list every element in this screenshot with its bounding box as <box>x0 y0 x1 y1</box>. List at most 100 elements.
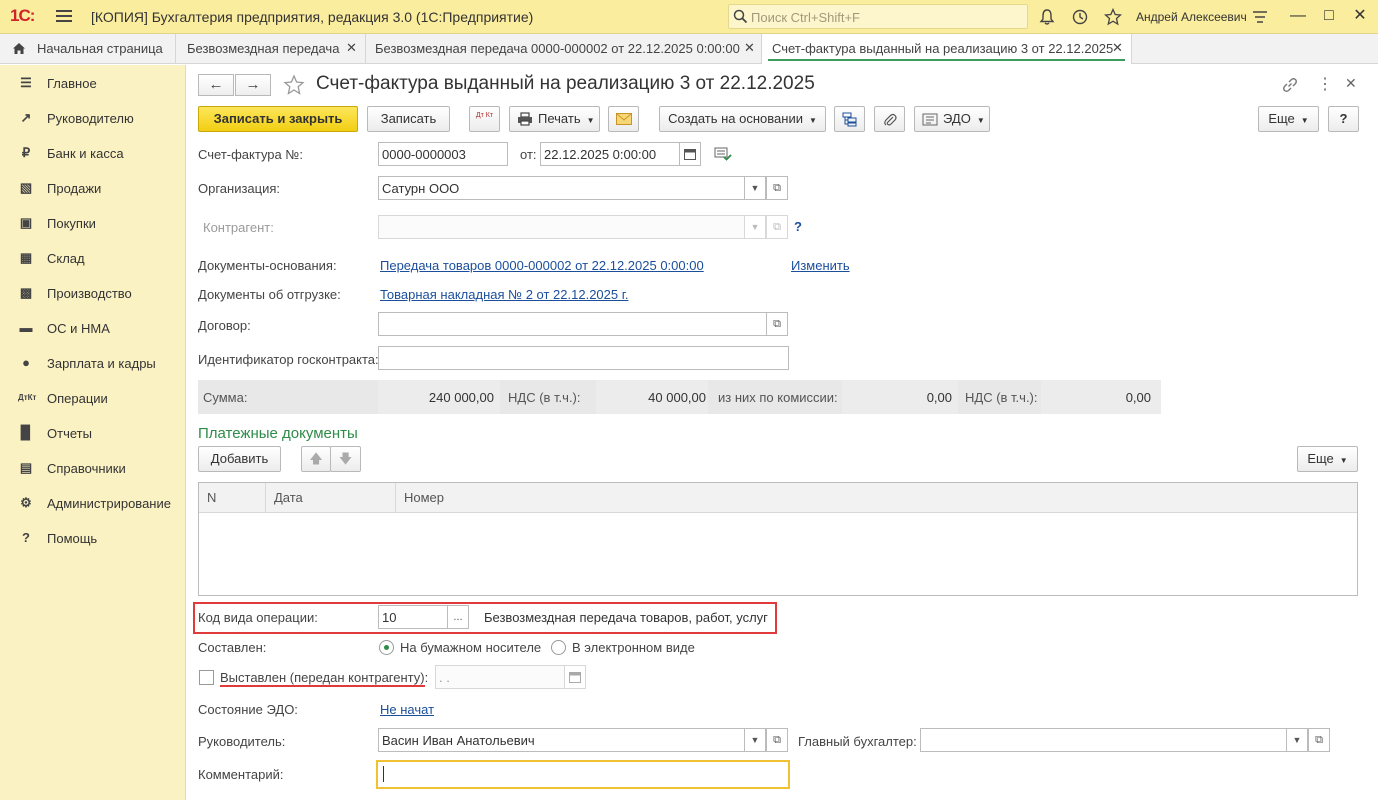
issued-checkbox[interactable] <box>199 670 214 685</box>
close-tab-icon[interactable]: ✕ <box>744 40 755 56</box>
radio-paper[interactable] <box>379 640 394 655</box>
close-form-icon[interactable]: ✕ <box>1345 75 1357 92</box>
sidebar-item-management[interactable]: ↗ Руководителю <box>0 102 186 132</box>
sidebar-item-payroll[interactable]: ● Зарплата и кадры <box>0 347 186 377</box>
operation-code-select-button[interactable]: ... <box>447 605 469 629</box>
radio-electronic-label[interactable]: В электронном виде <box>572 640 695 655</box>
sidebar-item-warehouse[interactable]: ▦ Склад <box>0 242 186 272</box>
organization-field[interactable]: Сатурн ООО <box>378 176 745 200</box>
back-button[interactable]: ← <box>198 74 234 96</box>
create-based-on-button[interactable]: Создать на основании ▼ <box>659 106 826 132</box>
attach-button[interactable] <box>874 106 905 132</box>
sum-label: Сумма: <box>203 390 248 405</box>
head-open-button[interactable]: ⧉ <box>766 728 788 752</box>
operation-code-description: Безвозмездная передача товаров, работ, у… <box>484 610 768 625</box>
sidebar-item-bank[interactable]: ₽ Банк и касса <box>0 137 186 167</box>
bell-icon[interactable] <box>1038 8 1056 26</box>
add-button[interactable]: Добавить <box>198 446 281 472</box>
invoice-number-field[interactable]: 0000-0000003 <box>378 142 508 166</box>
tab-gratuitous-transfer[interactable]: Безвозмездная передача ✕ <box>176 34 366 64</box>
organization-dropdown[interactable]: ▼ <box>744 176 766 200</box>
base-documents-link[interactable]: Передача товаров 0000-000002 от 22.12.20… <box>380 258 704 273</box>
sidebar-item-label: Продажи <box>47 181 102 196</box>
edo-button[interactable]: ЭДО ▼ <box>914 106 990 132</box>
email-button[interactable] <box>608 106 639 132</box>
shipment-documents-link[interactable]: Товарная накладная № 2 от 22.12.2025 г. <box>380 287 629 302</box>
save-and-close-button[interactable]: Записать и закрыть <box>198 106 358 132</box>
maximize-icon[interactable]: □ <box>1320 7 1338 25</box>
head-field[interactable]: Васин Иван Анатольевич <box>378 728 745 752</box>
change-link[interactable]: Изменить <box>791 258 850 273</box>
payments-table[interactable]: N Дата Номер <box>198 482 1358 596</box>
counterparty-help-icon[interactable]: ? <box>794 219 802 234</box>
save-button[interactable]: Записать <box>367 106 450 132</box>
tab-invoice[interactable]: Счет-фактура выданный на реализацию 3 от… <box>762 34 1132 64</box>
radio-paper-label[interactable]: На бумажном носителе <box>400 640 541 655</box>
tab-home[interactable]: Начальная страница <box>0 34 176 64</box>
date-field[interactable]: 22.12.2025 0:00:00 <box>540 142 680 166</box>
move-down-button[interactable]: 🡇 <box>330 446 361 472</box>
chief-accountant-field[interactable] <box>920 728 1287 752</box>
hierarchy-icon <box>842 112 857 127</box>
link-icon[interactable] <box>1281 76 1299 94</box>
sidebar-item-label: Руководителю <box>47 111 134 126</box>
chief-accountant-dropdown[interactable]: ▼ <box>1286 728 1308 752</box>
structure-button[interactable] <box>834 106 865 132</box>
move-up-button[interactable]: 🡅 <box>301 446 331 472</box>
sidebar-item-references[interactable]: ▤ Справочники <box>0 452 186 482</box>
print-button[interactable]: Печать ▼ <box>509 106 600 132</box>
favorite-star-icon[interactable] <box>283 74 305 96</box>
chief-accountant-open-button[interactable]: ⧉ <box>1308 728 1330 752</box>
sidebar-item-purchases[interactable]: ▣ Покупки <box>0 207 186 237</box>
more-vertical-icon[interactable]: ⋮ <box>1317 74 1333 94</box>
print-label: Печать <box>538 111 581 126</box>
sidebar-item-sales[interactable]: ▧ Продажи <box>0 172 186 202</box>
sidebar-item-operations[interactable]: ДтКт Операции <box>0 382 186 412</box>
sidebar-item-fixed-assets[interactable]: ▬ ОС и НМА <box>0 312 186 342</box>
sidebar-item-production[interactable]: ▩ Производство <box>0 277 186 307</box>
column-header-date[interactable]: Дата <box>266 483 396 513</box>
organization-label: Организация: <box>198 181 281 196</box>
arrow-down-icon: 🡇 <box>338 451 353 466</box>
tab-gratuitous-transfer-doc[interactable]: Безвозмездная передача 0000-000002 от 22… <box>366 34 762 64</box>
operation-code-field[interactable]: 10 <box>378 605 448 629</box>
organization-open-button[interactable]: ⧉ <box>766 176 788 200</box>
contract-open-button[interactable]: ⧉ <box>766 312 788 336</box>
more-button[interactable]: Еще ▼ <box>1258 106 1319 132</box>
dt-kt-button[interactable]: Дт Кт <box>469 106 500 132</box>
forward-button[interactable]: → <box>235 74 271 96</box>
issued-label[interactable]: Выставлен (передан контрагенту): <box>220 670 428 685</box>
main-menu-icon[interactable] <box>56 10 72 23</box>
close-window-icon[interactable]: ✕ <box>1351 7 1369 25</box>
payments-more-button[interactable]: Еще ▼ <box>1297 446 1358 472</box>
column-header-number[interactable]: Номер <box>396 483 1359 513</box>
close-tab-icon[interactable]: ✕ <box>1112 40 1123 56</box>
history-icon[interactable] <box>1071 8 1089 26</box>
sidebar-item-reports[interactable]: ▉ Отчеты <box>0 417 186 447</box>
close-tab-icon[interactable]: ✕ <box>346 40 357 56</box>
comment-field[interactable] <box>376 760 790 789</box>
chevron-down-icon: ▼ <box>976 116 985 125</box>
head-dropdown[interactable]: ▼ <box>744 728 766 752</box>
contract-field[interactable] <box>378 312 767 336</box>
gov-contract-field[interactable] <box>378 346 789 370</box>
current-user[interactable]: Андрей Алексеевич <box>1136 10 1247 24</box>
sidebar: ☰ Главное ↗ Руководителю ₽ Банк и касса ▧ Пр… <box>0 65 186 800</box>
radio-electronic[interactable] <box>551 640 566 655</box>
sidebar-item-main[interactable]: ☰ Главное <box>0 67 186 97</box>
calendar-button[interactable] <box>679 142 701 166</box>
column-header-n[interactable]: N <box>199 483 266 513</box>
calendar-icon <box>569 672 581 683</box>
sidebar-item-help[interactable]: ? Помощь <box>0 522 186 552</box>
sidebar-item-admin[interactable]: ⚙ Администрирование <box>0 487 186 517</box>
minimize-icon[interactable]: — <box>1289 7 1307 25</box>
search-icon <box>733 9 748 24</box>
calendar-icon <box>684 149 696 160</box>
search-input[interactable]: Поиск Ctrl+Shift+F <box>728 4 1028 29</box>
star-icon[interactable] <box>1104 8 1122 26</box>
settings-lines-icon[interactable] <box>1251 8 1269 26</box>
edo-state-link[interactable]: Не начат <box>380 702 434 717</box>
title-bar: 1С: [КОПИЯ] Бухгалтерия предприятия, ред… <box>0 0 1378 34</box>
tab-label: Начальная страница <box>37 41 163 56</box>
help-button[interactable]: ? <box>1328 106 1359 132</box>
